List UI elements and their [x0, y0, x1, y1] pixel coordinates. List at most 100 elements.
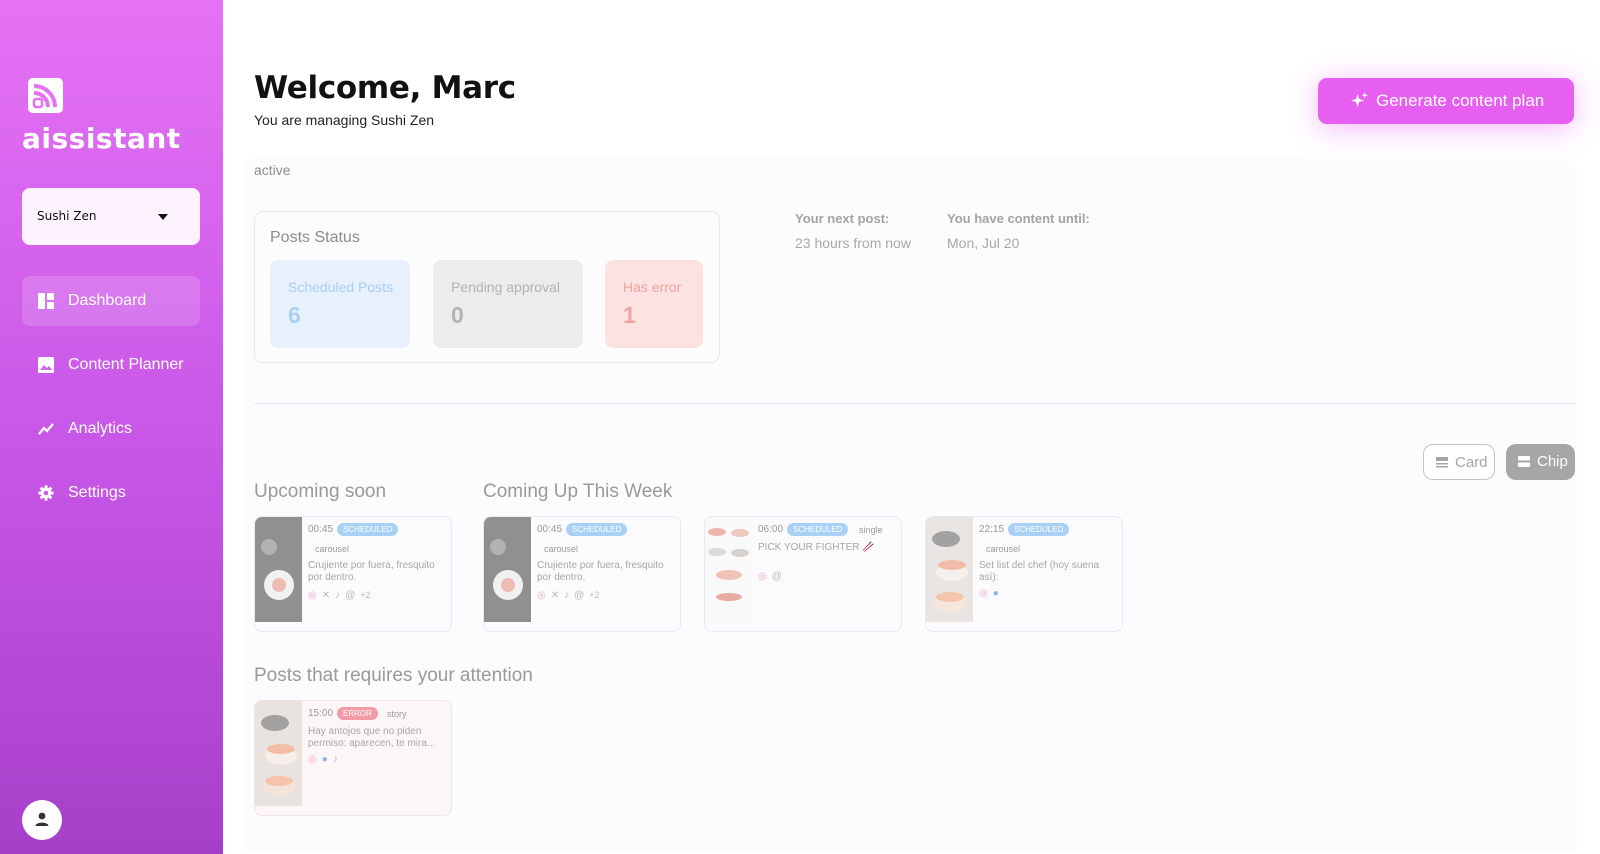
- next-post-value: 23 hours from now: [795, 235, 911, 251]
- post-type: carousel: [544, 544, 579, 554]
- attention-heading: Posts that requires your attention: [254, 665, 533, 686]
- chip-toggle-label: Chip: [1537, 453, 1568, 470]
- card-toggle-label: Card: [1455, 454, 1488, 471]
- content-until-label: You have content until:: [947, 211, 1090, 226]
- x-icon: ✕: [550, 590, 560, 601]
- post-type: single: [859, 525, 883, 535]
- platform-icons: ◎ ●: [979, 588, 1004, 599]
- post-card[interactable]: 06:00 SCHEDULED single PICK YOUR FIGHTER…: [704, 516, 902, 632]
- image-icon: [38, 357, 54, 373]
- user-icon: [35, 812, 49, 826]
- brand-select-value: Sushi Zen: [37, 209, 97, 223]
- sidebar-item-label: Content Planner: [68, 356, 184, 373]
- rss-logo-icon: [28, 78, 63, 113]
- post-time: 15:00: [308, 708, 334, 719]
- post-card[interactable]: 00:45 SCHEDULED carousel Crujiente por f…: [483, 516, 681, 632]
- sidebar-item-analytics[interactable]: Analytics: [22, 404, 200, 454]
- post-type: story: [387, 709, 407, 719]
- stat-label: Has error: [623, 279, 682, 295]
- instagram-icon: ◎: [308, 754, 317, 765]
- instagram-icon: ◎: [758, 571, 767, 582]
- pending-approval-stat[interactable]: Pending approval 0: [433, 260, 583, 348]
- app-logo-text: aissistant: [22, 122, 181, 155]
- sidebar-item-label: Analytics: [68, 420, 133, 437]
- user-avatar-button[interactable]: [22, 800, 62, 840]
- dashboard-icon: [38, 293, 54, 309]
- instagram-icon: ◎: [308, 590, 317, 601]
- post-caption: Set list del chef (hoy suena así):: [979, 560, 1100, 583]
- next-post-label: Your next post:: [795, 211, 890, 226]
- post-thumbnail: [255, 701, 302, 806]
- facebook-icon: ●: [321, 754, 328, 765]
- brand-select[interactable]: Sushi Zen: [22, 188, 200, 245]
- sidebar-item-content-planner[interactable]: Content Planner: [22, 340, 200, 390]
- platform-icons: ◎ ✕ ♪ @ +2: [308, 590, 376, 601]
- trending-icon: [38, 423, 54, 435]
- content-until-value: Mon, Jul 20: [947, 235, 1020, 251]
- sidebar-item-settings[interactable]: Settings: [22, 468, 200, 518]
- chip-view-icon: [1518, 456, 1530, 467]
- upcoming-soon-heading: Upcoming soon: [254, 481, 387, 502]
- generate-button-label: Generate content plan: [1376, 91, 1545, 110]
- post-caption: PICK YOUR FIGHTER 🥢: [758, 542, 875, 553]
- page-title: Welcome, Marc: [254, 70, 516, 106]
- sidebar: aissistant Sushi Zen Dashboard Content P…: [0, 0, 223, 854]
- status-badge: SCHEDULED: [566, 523, 628, 536]
- posts-status-title: Posts Status: [270, 229, 360, 246]
- platform-icons: ◎ ✕ ♪ @ +2: [537, 590, 605, 601]
- scheduled-posts-stat[interactable]: Scheduled Posts 6: [270, 260, 410, 348]
- post-time: 06:00: [758, 524, 784, 535]
- status-badge: ERROR: [337, 707, 378, 720]
- instagram-icon: ◎: [537, 590, 546, 601]
- post-time: 00:45: [537, 524, 563, 535]
- status-badge: SCHEDULED: [1008, 523, 1070, 536]
- post-card[interactable]: 22:15 SCHEDULED carousel Set list del ch…: [925, 516, 1123, 632]
- tiktok-icon: ♪: [332, 754, 338, 765]
- card-view-icon: [1436, 457, 1448, 468]
- has-error-stat[interactable]: Has error 1: [605, 260, 703, 348]
- post-type: carousel: [986, 544, 1021, 554]
- threads-icon: @: [345, 590, 356, 601]
- stat-label: Scheduled Posts: [288, 279, 394, 295]
- coming-up-week-heading: Coming Up This Week: [483, 481, 673, 502]
- post-card[interactable]: 00:45 SCHEDULED carousel Crujiente por f…: [254, 516, 452, 632]
- platform-icons: ◎ ● ♪: [308, 754, 343, 765]
- status-badge: SCHEDULED: [337, 523, 399, 536]
- stat-value: 0: [451, 302, 464, 328]
- post-thumbnail: [484, 517, 531, 622]
- sidebar-item-label: Dashboard: [68, 292, 147, 309]
- gear-icon: [38, 485, 54, 501]
- stat-value: 1: [623, 302, 636, 328]
- x-icon: ✕: [321, 590, 331, 601]
- post-thumbnail: [705, 517, 752, 622]
- threads-icon: @: [771, 571, 782, 582]
- post-card[interactable]: 15:00 ERROR story Hay antojos que no pid…: [254, 700, 452, 816]
- post-time: 00:45: [308, 524, 334, 535]
- sparkle-icon: [1350, 91, 1369, 108]
- post-thumbnail: [926, 517, 973, 622]
- generate-content-plan-button[interactable]: Generate content plan: [1318, 78, 1574, 124]
- platform-icons: ◎ @: [758, 571, 787, 582]
- tiktok-icon: ♪: [564, 590, 570, 601]
- sidebar-item-label: Settings: [68, 484, 126, 501]
- more-platforms-count: +2: [360, 590, 371, 600]
- threads-icon: @: [574, 590, 585, 601]
- card-view-toggle[interactable]: Card: [1423, 444, 1495, 480]
- status-badge: SCHEDULED: [787, 523, 849, 536]
- post-caption: Crujiente por fuera, fresquito por dentr…: [308, 560, 435, 583]
- page-subtitle: You are managing Sushi Zen: [254, 112, 435, 128]
- chip-view-toggle[interactable]: Chip: [1506, 444, 1575, 480]
- facebook-icon: ●: [992, 588, 999, 599]
- sidebar-item-dashboard[interactable]: Dashboard: [22, 276, 200, 326]
- status-tag: active: [254, 162, 291, 178]
- tiktok-icon: ♪: [335, 590, 341, 601]
- post-caption: Crujiente por fuera, fresquito por dentr…: [537, 560, 664, 583]
- stat-label: Pending approval: [451, 279, 560, 295]
- post-caption: Hay antojos que no piden permiso: aparec…: [308, 726, 436, 749]
- chevron-down-icon: [158, 214, 168, 220]
- section-divider: [254, 403, 1576, 404]
- instagram-icon: ◎: [979, 588, 988, 599]
- stat-value: 6: [288, 302, 301, 328]
- post-type: carousel: [315, 544, 350, 554]
- more-platforms-count: +2: [589, 590, 600, 600]
